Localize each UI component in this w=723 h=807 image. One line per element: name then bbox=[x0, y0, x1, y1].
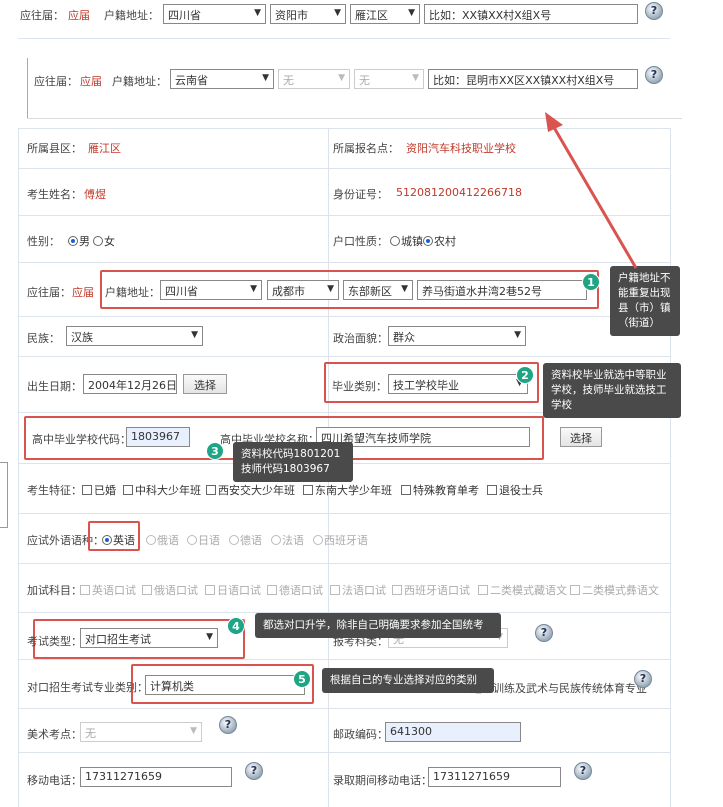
annotation-arrow bbox=[545, 112, 638, 269]
